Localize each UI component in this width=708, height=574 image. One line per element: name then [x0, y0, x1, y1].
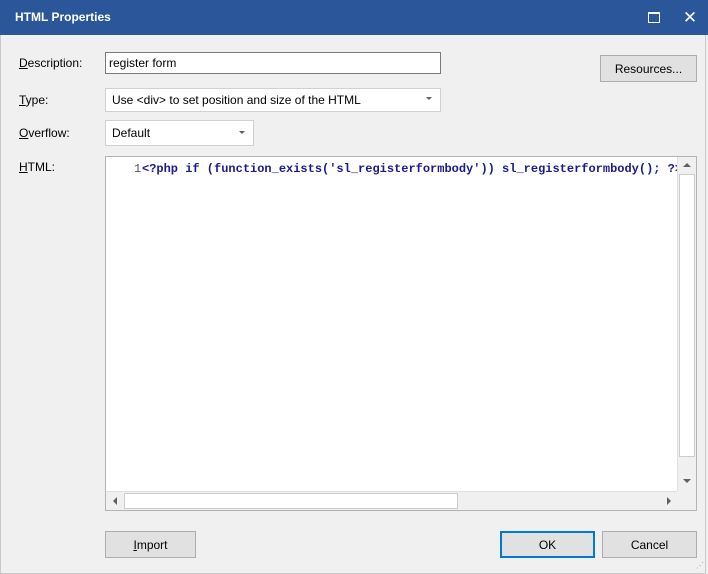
vertical-scroll-thumb[interactable]	[679, 174, 695, 457]
code-line[interactable]: <?php if (function_exists('sl_registerfo…	[142, 162, 682, 176]
window-title: HTML Properties	[15, 10, 111, 24]
line-number: 1	[134, 162, 142, 176]
close-button[interactable]: ✕	[672, 0, 708, 35]
ok-button[interactable]: OK	[500, 531, 595, 558]
resize-grip-icon[interactable]: ⋰	[696, 562, 704, 570]
scroll-down-icon[interactable]	[683, 479, 691, 483]
chevron-down-icon	[239, 131, 245, 134]
close-icon: ✕	[682, 7, 698, 27]
title-bar: HTML Properties ✕	[0, 0, 708, 35]
description-label: Description:	[19, 56, 83, 70]
html-code-editor[interactable]: 1 <?php if (function_exists('sl_register…	[105, 156, 697, 511]
scroll-right-icon[interactable]	[667, 497, 671, 505]
overflow-label: Overflow:	[19, 126, 70, 140]
maximize-icon	[648, 12, 660, 23]
type-dropdown[interactable]: Use <div> to set position and size of th…	[105, 88, 441, 112]
resources-button[interactable]: Resources...	[600, 55, 697, 82]
cancel-button[interactable]: Cancel	[602, 531, 697, 558]
type-label: Type:	[19, 93, 49, 107]
html-label: HTML:	[19, 160, 56, 174]
scroll-up-icon[interactable]	[683, 163, 691, 167]
import-button-label: Import	[133, 537, 168, 552]
scrollbar-corner	[677, 491, 696, 510]
chevron-down-icon	[426, 97, 432, 100]
description-input[interactable]	[105, 52, 441, 74]
scroll-left-icon[interactable]	[113, 497, 117, 505]
vertical-scrollbar[interactable]	[677, 157, 696, 491]
import-button[interactable]: Import	[105, 531, 196, 558]
maximize-button[interactable]	[636, 0, 672, 35]
horizontal-scroll-thumb[interactable]	[124, 493, 458, 509]
horizontal-scrollbar[interactable]	[106, 491, 678, 510]
type-selected-value: Use <div> to set position and size of th…	[112, 93, 361, 107]
overflow-dropdown[interactable]: Default	[105, 120, 254, 146]
overflow-selected-value: Default	[112, 126, 151, 140]
